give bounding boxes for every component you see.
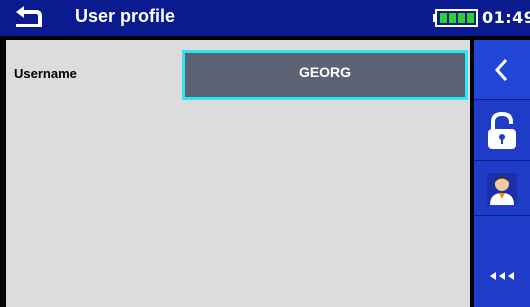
back-arrow-icon[interactable] bbox=[10, 4, 44, 30]
header-bar: User profile 01:49 bbox=[0, 0, 530, 36]
battery-full-icon bbox=[433, 9, 478, 27]
more-options-icon bbox=[490, 271, 514, 280]
clock-time: 01:49 bbox=[482, 8, 530, 27]
app-frame: User profile 01:49 Username GEORG bbox=[0, 0, 530, 307]
username-field[interactable]: GEORG bbox=[182, 50, 468, 100]
page-title: User profile bbox=[75, 6, 176, 26]
user-icon bbox=[487, 172, 517, 205]
side-toolbar bbox=[474, 40, 530, 307]
username-label: Username bbox=[14, 66, 77, 81]
more-options-button[interactable] bbox=[474, 244, 530, 307]
user-profile-button[interactable] bbox=[474, 162, 530, 216]
lock-icon bbox=[488, 111, 516, 149]
profile-panel: Username GEORG bbox=[6, 40, 470, 307]
lock-button[interactable] bbox=[474, 101, 530, 161]
back-button[interactable] bbox=[474, 40, 530, 100]
chevron-left-icon bbox=[494, 58, 508, 81]
